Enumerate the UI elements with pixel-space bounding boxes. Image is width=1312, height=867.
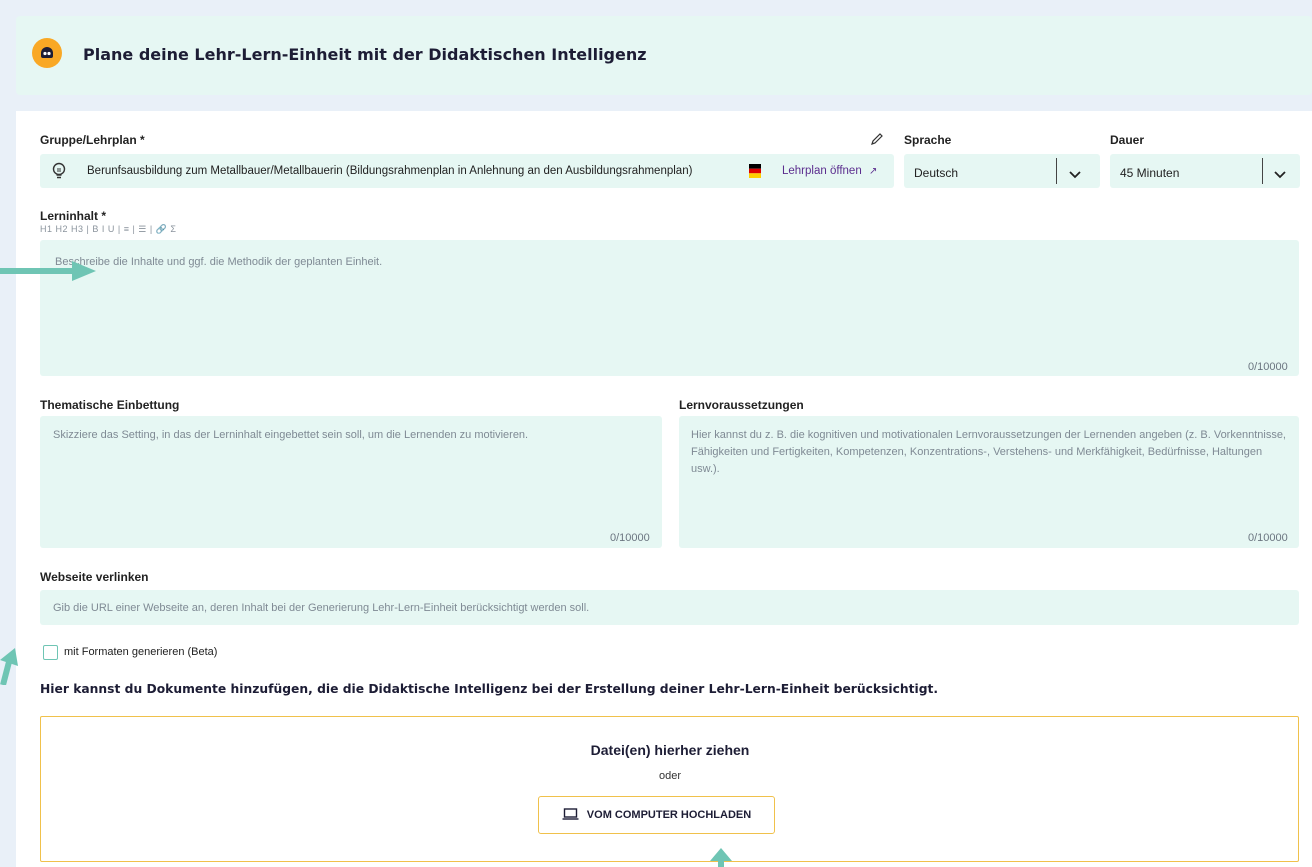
prerequisites-counter: 0/10000 xyxy=(1248,532,1288,544)
file-drop-zone[interactable] xyxy=(40,716,1299,862)
duration-value: 45 Minuten xyxy=(1120,166,1180,180)
page-title: Plane deine Lehr-Lern-Einheit mit der Di… xyxy=(83,45,647,64)
formats-label: mit Formaten generieren (Beta) xyxy=(64,646,218,658)
group-label: Gruppe/Lehrplan * xyxy=(40,133,145,147)
duration-label: Dauer xyxy=(1110,133,1145,147)
page: Plane deine Lehr-Lern-Einheit mit der Di… xyxy=(0,0,1312,867)
prerequisites-label: Lernvoraussetzungen xyxy=(679,398,804,412)
content-label: Lerninhalt * xyxy=(40,209,107,223)
embedding-label: Thematische Einbettung xyxy=(40,398,180,412)
upload-button-label: VOM COMPUTER HOCHLADEN xyxy=(586,809,752,821)
website-label: Webseite verlinken xyxy=(40,570,149,584)
external-link-icon: ↗ xyxy=(868,166,878,177)
laptop-icon xyxy=(562,807,579,823)
bot-icon xyxy=(32,38,62,68)
embedding-placeholder: Skizziere das Setting, in das der Lernin… xyxy=(53,429,529,441)
embedding-counter: 0/10000 xyxy=(610,532,650,544)
curriculum-link[interactable]: Lehrplan öffnen ↗ xyxy=(782,165,877,177)
curriculum-link-label: Lehrplan öffnen xyxy=(782,165,862,177)
annotation-arrow-up-icon xyxy=(710,848,732,867)
rich-text-toolbar[interactable]: H1 H2 H3 | B I U | ≡ | ☰ | 🔗 Σ xyxy=(40,224,176,235)
or-text: oder xyxy=(658,770,682,782)
duration-divider xyxy=(1262,158,1263,184)
annotation-arrow-up-icon xyxy=(0,648,18,685)
germany-flag-icon xyxy=(749,164,761,183)
content-placeholder: Beschreibe die Inhalte und ggf. die Meth… xyxy=(55,256,383,268)
content-counter: 0/10000 xyxy=(1248,361,1288,373)
language-value: Deutsch xyxy=(914,166,959,180)
documents-heading: Hier kannst du Dokumente hinzufügen, die… xyxy=(40,682,939,696)
formats-checkbox[interactable] xyxy=(43,645,58,660)
lightbulb-icon xyxy=(51,162,67,185)
chevron-down-icon[interactable] xyxy=(1069,166,1081,184)
annotation-arrow-right-icon xyxy=(0,261,96,281)
group-value: Berunfsausbildung zum Metallbauer/Metall… xyxy=(87,165,693,177)
website-placeholder: Gib die URL einer Webseite an, deren Inh… xyxy=(53,602,590,614)
pencil-icon[interactable] xyxy=(870,132,884,151)
upload-from-computer-button[interactable]: VOM COMPUTER HOCHLADEN xyxy=(538,796,775,834)
chevron-down-icon[interactable] xyxy=(1274,166,1286,184)
prerequisites-placeholder: Hier kannst du z. B. die kognitiven und … xyxy=(691,429,1286,475)
language-label: Sprache xyxy=(904,133,952,147)
language-divider xyxy=(1056,158,1057,184)
drop-text: Datei(en) hierher ziehen xyxy=(590,742,750,758)
